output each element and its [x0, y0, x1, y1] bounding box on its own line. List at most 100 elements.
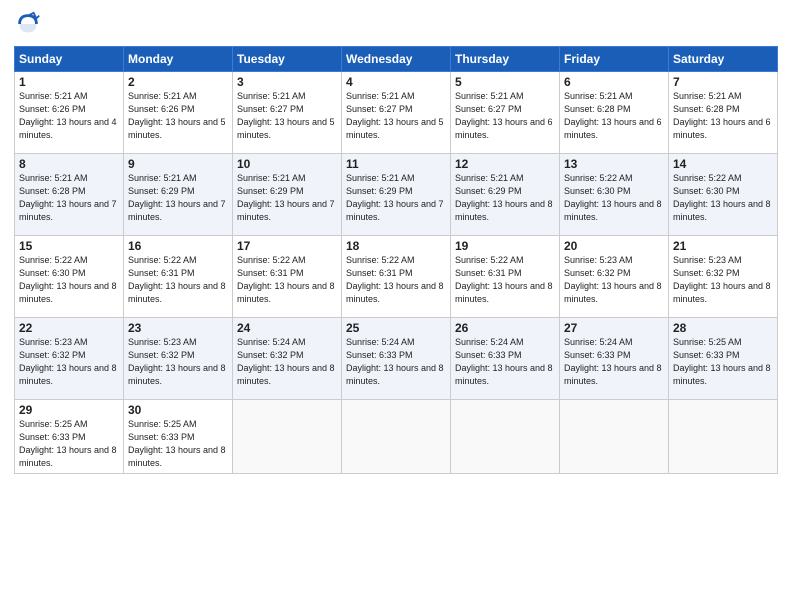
sunrise-text: Sunrise: 5:25 AM	[128, 419, 197, 429]
sunset-text: Sunset: 6:33 PM	[564, 350, 631, 360]
calendar-cell: 7Sunrise: 5:21 AMSunset: 6:28 PMDaylight…	[669, 72, 778, 154]
day-number: 17	[237, 239, 337, 253]
calendar-cell	[560, 400, 669, 474]
day-number: 4	[346, 75, 446, 89]
calendar-cell	[451, 400, 560, 474]
sunset-text: Sunset: 6:30 PM	[564, 186, 631, 196]
day-number: 23	[128, 321, 228, 335]
day-number: 27	[564, 321, 664, 335]
day-number: 19	[455, 239, 555, 253]
calendar-cell: 2Sunrise: 5:21 AMSunset: 6:26 PMDaylight…	[124, 72, 233, 154]
sunrise-text: Sunrise: 5:21 AM	[128, 173, 197, 183]
sunrise-text: Sunrise: 5:25 AM	[673, 337, 742, 347]
calendar-week-1: 1Sunrise: 5:21 AMSunset: 6:26 PMDaylight…	[15, 72, 778, 154]
day-info: Sunrise: 5:24 AMSunset: 6:33 PMDaylight:…	[346, 336, 446, 388]
calendar-week-3: 15Sunrise: 5:22 AMSunset: 6:30 PMDayligh…	[15, 236, 778, 318]
calendar-cell: 14Sunrise: 5:22 AMSunset: 6:30 PMDayligh…	[669, 154, 778, 236]
day-number: 6	[564, 75, 664, 89]
day-info: Sunrise: 5:21 AM Sunset: 6:29 PM Daylight:…	[346, 172, 446, 224]
calendar-cell: 18Sunrise: 5:22 AMSunset: 6:31 PMDayligh…	[342, 236, 451, 318]
calendar-cell: 23Sunrise: 5:23 AMSunset: 6:32 PMDayligh…	[124, 318, 233, 400]
sunrise-text: Sunrise: 5:21 AM	[19, 91, 88, 101]
daylight-text: Daylight: 13 hours and 8 minutes.	[19, 281, 117, 304]
daylight-text: Daylight: 13 hours and 8 minutes.	[237, 281, 335, 304]
daylight-text: Daylight: 13 hours and 7 minutes.	[346, 199, 444, 222]
day-info: Sunrise: 5:22 AMSunset: 6:30 PMDaylight:…	[564, 172, 664, 224]
day-number: 3	[237, 75, 337, 89]
sunset-text: Sunset: 6:28 PM	[673, 104, 740, 114]
day-number: 18	[346, 239, 446, 253]
sunrise-text: Sunrise: 5:25 AM	[19, 419, 88, 429]
day-info: Sunrise: 5:23 AMSunset: 6:32 PMDaylight:…	[564, 254, 664, 306]
header-tuesday: Tuesday	[233, 47, 342, 72]
sunset-text: Sunset: 6:31 PM	[455, 268, 522, 278]
sunset-text: Sunset: 6:32 PM	[564, 268, 631, 278]
day-number: 16	[128, 239, 228, 253]
page: SundayMondayTuesdayWednesdayThursdayFrid…	[0, 0, 792, 612]
sunrise-text: Sunrise: 5:23 AM	[128, 337, 197, 347]
sunset-text: Sunset: 6:29 PM	[237, 186, 304, 196]
day-number: 7	[673, 75, 773, 89]
daylight-text: Daylight: 13 hours and 6 minutes.	[673, 117, 771, 140]
day-info: Sunrise: 5:21 AMSunset: 6:26 PMDaylight:…	[128, 90, 228, 142]
sunrise-text: Sunrise: 5:21 AM	[346, 173, 415, 183]
calendar-cell	[669, 400, 778, 474]
sunset-text: Sunset: 6:29 PM	[346, 186, 413, 196]
sunset-text: Sunset: 6:32 PM	[237, 350, 304, 360]
daylight-text: Daylight: 13 hours and 8 minutes.	[673, 281, 771, 304]
calendar-cell: 12Sunrise: 5:21 AMSunset: 6:29 PMDayligh…	[451, 154, 560, 236]
sunset-text: Sunset: 6:32 PM	[128, 350, 195, 360]
sunrise-text: Sunrise: 5:24 AM	[564, 337, 633, 347]
sunrise-text: Sunrise: 5:23 AM	[19, 337, 88, 347]
day-info: Sunrise: 5:21 AMSunset: 6:29 PMDaylight:…	[128, 172, 228, 224]
day-info: Sunrise: 5:22 AMSunset: 6:31 PMDaylight:…	[237, 254, 337, 306]
calendar-cell: 24Sunrise: 5:24 AMSunset: 6:32 PMDayligh…	[233, 318, 342, 400]
daylight-text: Daylight: 13 hours and 5 minutes.	[128, 117, 226, 140]
calendar-cell: 6Sunrise: 5:21 AMSunset: 6:28 PMDaylight…	[560, 72, 669, 154]
day-info: Sunrise: 5:25 AMSunset: 6:33 PMDaylight:…	[128, 418, 228, 470]
daylight-text: Daylight: 13 hours and 8 minutes.	[564, 199, 662, 222]
sunset-text: Sunset: 6:27 PM	[237, 104, 304, 114]
header-saturday: Saturday	[669, 47, 778, 72]
day-info: Sunrise: 5:21 AMSunset: 6:29 PMDaylight:…	[237, 172, 337, 224]
calendar-cell: 25Sunrise: 5:24 AMSunset: 6:33 PMDayligh…	[342, 318, 451, 400]
calendar-header-row: SundayMondayTuesdayWednesdayThursdayFrid…	[15, 47, 778, 72]
sunrise-text: Sunrise: 5:21 AM	[128, 91, 197, 101]
sunset-text: Sunset: 6:27 PM	[346, 104, 413, 114]
daylight-text: Daylight: 13 hours and 6 minutes.	[455, 117, 553, 140]
day-info: Sunrise: 5:24 AMSunset: 6:32 PMDaylight:…	[237, 336, 337, 388]
calendar-cell: 26Sunrise: 5:24 AMSunset: 6:33 PMDayligh…	[451, 318, 560, 400]
day-info: Sunrise: 5:22 AMSunset: 6:31 PMDaylight:…	[455, 254, 555, 306]
calendar-cell: 13Sunrise: 5:22 AMSunset: 6:30 PMDayligh…	[560, 154, 669, 236]
day-number: 12	[455, 157, 555, 171]
sunset-text: Sunset: 6:30 PM	[673, 186, 740, 196]
calendar-cell: 9Sunrise: 5:21 AMSunset: 6:29 PMDaylight…	[124, 154, 233, 236]
daylight-text: Daylight: 13 hours and 8 minutes.	[128, 281, 226, 304]
calendar-cell	[342, 400, 451, 474]
sunset-text: Sunset: 6:31 PM	[346, 268, 413, 278]
sunset-text: Sunset: 6:32 PM	[673, 268, 740, 278]
sunrise-text: Sunrise: 5:23 AM	[673, 255, 742, 265]
calendar-cell: 8Sunrise: 5:21 AMSunset: 6:28 PMDaylight…	[15, 154, 124, 236]
sunrise-text: Sunrise: 5:21 AM	[237, 91, 306, 101]
daylight-text: Daylight: 13 hours and 8 minutes.	[128, 445, 226, 468]
daylight-text: Daylight: 13 hours and 8 minutes.	[455, 363, 553, 386]
day-info: Sunrise: 5:21 AMSunset: 6:28 PMDaylight:…	[564, 90, 664, 142]
daylight-text: Daylight: 13 hours and 8 minutes.	[237, 363, 335, 386]
day-number: 9	[128, 157, 228, 171]
daylight-text: Daylight: 13 hours and 8 minutes.	[673, 363, 771, 386]
day-number: 22	[19, 321, 119, 335]
day-info: Sunrise: 5:22 AMSunset: 6:30 PMDaylight:…	[673, 172, 773, 224]
day-number: 2	[128, 75, 228, 89]
daylight-text: Daylight: 13 hours and 7 minutes.	[19, 199, 117, 222]
day-number: 30	[128, 403, 228, 417]
day-number: 21	[673, 239, 773, 253]
header-thursday: Thursday	[451, 47, 560, 72]
sunrise-text: Sunrise: 5:23 AM	[564, 255, 633, 265]
sunset-text: Sunset: 6:30 PM	[19, 268, 86, 278]
day-info: Sunrise: 5:25 AMSunset: 6:33 PMDaylight:…	[19, 418, 119, 470]
calendar-cell: 30Sunrise: 5:25 AMSunset: 6:33 PMDayligh…	[124, 400, 233, 474]
calendar-cell: 5Sunrise: 5:21 AMSunset: 6:27 PMDaylight…	[451, 72, 560, 154]
logo-icon	[14, 10, 42, 38]
header-sunday: Sunday	[15, 47, 124, 72]
